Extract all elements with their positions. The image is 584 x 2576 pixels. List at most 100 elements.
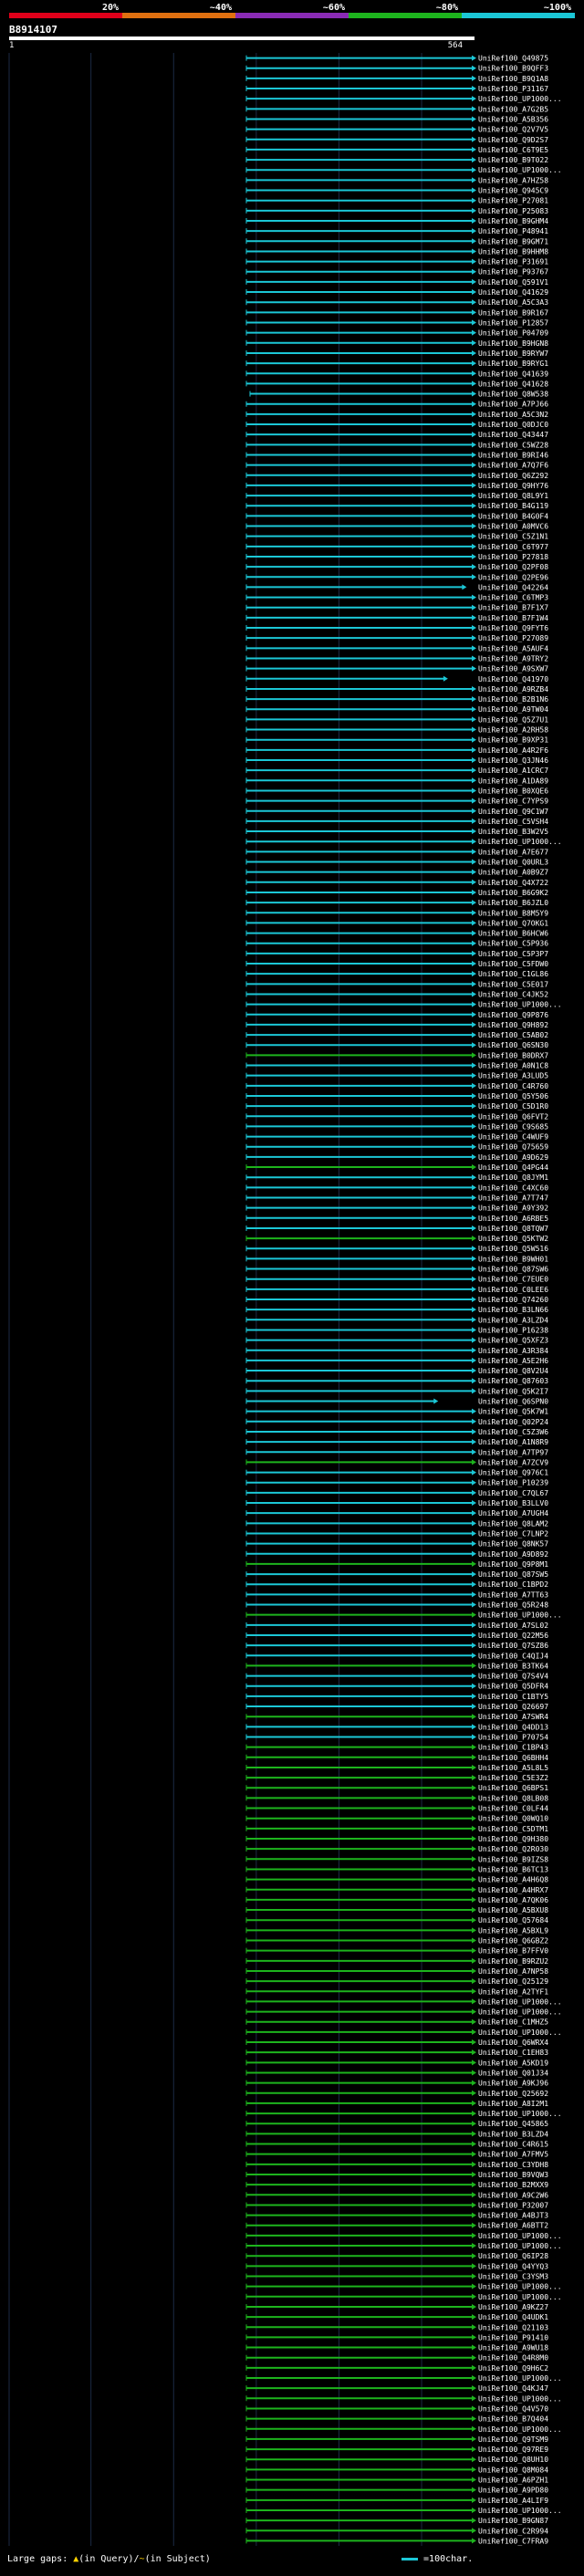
hit-label[interactable]: UniRef100_UP1000...: [478, 2374, 562, 2383]
hit-label[interactable]: UniRef100_A2TYF1: [478, 1987, 548, 1996]
hit-label[interactable]: UniRef100_Q591V1: [478, 278, 548, 287]
hit-label[interactable]: UniRef100_B3W2V5: [478, 828, 548, 836]
hit-label[interactable]: UniRef100_B9IZS8: [478, 1855, 548, 1863]
hit-label[interactable]: UniRef100_UP1000...: [478, 1611, 562, 1620]
hit-label[interactable]: UniRef100_A0B9Z7: [478, 869, 548, 877]
hit-label[interactable]: UniRef100_Q74260: [478, 1296, 548, 1304]
hit-label[interactable]: UniRef100_A7TT63: [478, 1590, 548, 1599]
hit-label[interactable]: UniRef100_B9R167: [478, 308, 548, 317]
hit-label[interactable]: UniRef100_Q6WRX4: [478, 2039, 548, 2047]
hit-label[interactable]: UniRef100_A7Q7F6: [478, 462, 548, 470]
hit-label[interactable]: UniRef100_Q2PE96: [478, 573, 548, 581]
hit-label[interactable]: UniRef100_Q49875: [478, 55, 548, 63]
hit-label[interactable]: UniRef100_Q8LB08: [478, 1794, 548, 1802]
hit-label[interactable]: UniRef100_A9TW04: [478, 705, 548, 714]
hit-label[interactable]: UniRef100_A7ZCV9: [478, 1458, 548, 1466]
hit-label[interactable]: UniRef100_Q9FYT6: [478, 624, 548, 632]
hit-label[interactable]: UniRef100_Q41628: [478, 380, 548, 388]
hit-label[interactable]: UniRef100_Q41970: [478, 675, 548, 683]
hit-label[interactable]: UniRef100_Q5R248: [478, 1601, 548, 1610]
hit-label[interactable]: UniRef100_B9HHM8: [478, 247, 548, 256]
hit-label[interactable]: UniRef100_B9RYW7: [478, 349, 548, 358]
hit-label[interactable]: UniRef100_B9T022: [478, 156, 548, 164]
hit-label[interactable]: UniRef100_Q4YYQ3: [478, 2262, 548, 2270]
hit-label[interactable]: UniRef100_B0XQE6: [478, 787, 548, 795]
hit-label[interactable]: UniRef100_Q9H380: [478, 1835, 548, 1843]
hit-label[interactable]: UniRef100_A5C3N2: [478, 411, 548, 419]
hit-label[interactable]: UniRef100_A4BJT3: [478, 2212, 548, 2220]
hit-label[interactable]: UniRef100_Q43447: [478, 431, 548, 439]
hit-label[interactable]: UniRef100_C5WZ28: [478, 441, 548, 449]
hit-label[interactable]: UniRef100_A9C2W6: [478, 2191, 548, 2199]
hit-label[interactable]: UniRef100_C3YSM3: [478, 2272, 548, 2280]
hit-label[interactable]: UniRef100_B9RZU2: [478, 1957, 548, 1966]
hit-label[interactable]: UniRef100_Q6BPS1: [478, 1784, 548, 1792]
hit-label[interactable]: UniRef100_B7FFV0: [478, 1947, 548, 1955]
hit-label[interactable]: UniRef100_B2B1N6: [478, 695, 548, 704]
hit-label[interactable]: UniRef100_A9Y392: [478, 1205, 548, 1213]
hit-label[interactable]: UniRef100_Q57684: [478, 1916, 548, 1924]
hit-label[interactable]: UniRef100_Q2V7V5: [478, 126, 548, 134]
hit-label[interactable]: UniRef100_UP1000...: [478, 838, 562, 846]
hit-label[interactable]: UniRef100_C1BP43: [478, 1744, 548, 1752]
hit-label[interactable]: UniRef100_UP1000...: [478, 1997, 562, 2006]
hit-label[interactable]: UniRef100_A1CRC7: [478, 767, 548, 775]
hit-label[interactable]: UniRef100_A5L8L5: [478, 1764, 548, 1772]
hit-label[interactable]: UniRef100_C4R615: [478, 2141, 548, 2149]
hit-label[interactable]: UniRef100_UP1000...: [478, 2028, 562, 2037]
hit-label[interactable]: UniRef100_B7Q404: [478, 2415, 548, 2424]
hit-label[interactable]: UniRef100_A6PZH1: [478, 2477, 548, 2485]
hit-label[interactable]: UniRef100_C7LNP2: [478, 1529, 548, 1538]
hit-label[interactable]: UniRef100_UP1000...: [478, 2283, 562, 2291]
hit-label[interactable]: UniRef100_C0LEE6: [478, 1286, 548, 1294]
hit-label[interactable]: UniRef100_Q945C9: [478, 187, 548, 195]
hit-label[interactable]: UniRef100_C5P936: [478, 940, 548, 948]
hit-label[interactable]: UniRef100_Q2PF08: [478, 563, 548, 571]
hit-label[interactable]: UniRef100_A4HRX7: [478, 1886, 548, 1894]
hit-label[interactable]: UniRef100_B9QFF3: [478, 65, 548, 73]
hit-label[interactable]: UniRef100_A3LZD4: [478, 1316, 548, 1324]
hit-label[interactable]: UniRef100_B7F1X7: [478, 604, 548, 612]
hit-label[interactable]: UniRef100_UP1000...: [478, 2110, 562, 2118]
hit-label[interactable]: UniRef100_B4G0F4: [478, 512, 548, 520]
hit-label[interactable]: UniRef100_A8I2M1: [478, 2100, 548, 2108]
hit-label[interactable]: UniRef100_Q4UDK1: [478, 2313, 548, 2321]
hit-label[interactable]: UniRef100_Q01J34: [478, 2069, 548, 2077]
hit-label[interactable]: UniRef100_UP1000...: [478, 2232, 562, 2240]
hit-label[interactable]: UniRef100_A9TRY2: [478, 654, 548, 662]
hit-label[interactable]: UniRef100_Q41629: [478, 288, 548, 297]
hit-label[interactable]: UniRef100_UP1000...: [478, 2293, 562, 2301]
hit-label[interactable]: UniRef100_A3R384: [478, 1347, 548, 1355]
hit-label[interactable]: UniRef100_C5D1R0: [478, 1102, 548, 1111]
hit-label[interactable]: UniRef100_B6TC13: [478, 1865, 548, 1873]
hit-label[interactable]: UniRef100_A5B356: [478, 115, 548, 123]
hit-label[interactable]: UniRef100_A6BTT2: [478, 2222, 548, 2230]
hit-label[interactable]: UniRef100_A6RBE5: [478, 1215, 548, 1223]
hit-label[interactable]: UniRef100_B0DRX7: [478, 1051, 548, 1059]
hit-label[interactable]: UniRef100_Q26697: [478, 1703, 548, 1711]
hit-label[interactable]: UniRef100_A7UGH4: [478, 1509, 548, 1517]
hit-label[interactable]: UniRef100_P12857: [478, 319, 548, 328]
hit-label[interactable]: UniRef100_P16238: [478, 1326, 548, 1334]
hit-label[interactable]: UniRef100_Q8V2U4: [478, 1367, 548, 1375]
hit-label[interactable]: UniRef100_Q97RE9: [478, 2446, 548, 2454]
hit-label[interactable]: UniRef100_B6JZL0: [478, 899, 548, 907]
hit-label[interactable]: UniRef100_B9HGN8: [478, 339, 548, 348]
hit-label[interactable]: UniRef100_Q7SZ86: [478, 1642, 548, 1650]
hit-label[interactable]: UniRef100_A7FMV5: [478, 2151, 548, 2159]
hit-label[interactable]: UniRef100_Q8M084: [478, 2466, 548, 2474]
hit-label[interactable]: UniRef100_P32007: [478, 2201, 548, 2209]
hit-label[interactable]: UniRef100_Q25692: [478, 2090, 548, 2098]
hit-label[interactable]: UniRef100_Q6IP28: [478, 2252, 548, 2260]
hit-label[interactable]: UniRef100_C4JK52: [478, 990, 548, 998]
hit-label[interactable]: UniRef100_Q3JN46: [478, 756, 548, 765]
hit-label[interactable]: UniRef100_Q9P876: [478, 1011, 548, 1019]
hit-label[interactable]: UniRef100_A1N8R9: [478, 1438, 548, 1446]
hit-label[interactable]: UniRef100_Q4R8M0: [478, 2354, 548, 2362]
hit-label[interactable]: UniRef100_B9VQW3: [478, 2171, 548, 2179]
hit-label[interactable]: UniRef100_P91410: [478, 2333, 548, 2341]
hit-label[interactable]: UniRef100_B4G119: [478, 502, 548, 510]
hit-label[interactable]: UniRef100_Q5KTW2: [478, 1235, 548, 1243]
hit-label[interactable]: UniRef100_Q7S4V4: [478, 1673, 548, 1681]
hit-label[interactable]: UniRef100_UP1000...: [478, 2242, 562, 2250]
